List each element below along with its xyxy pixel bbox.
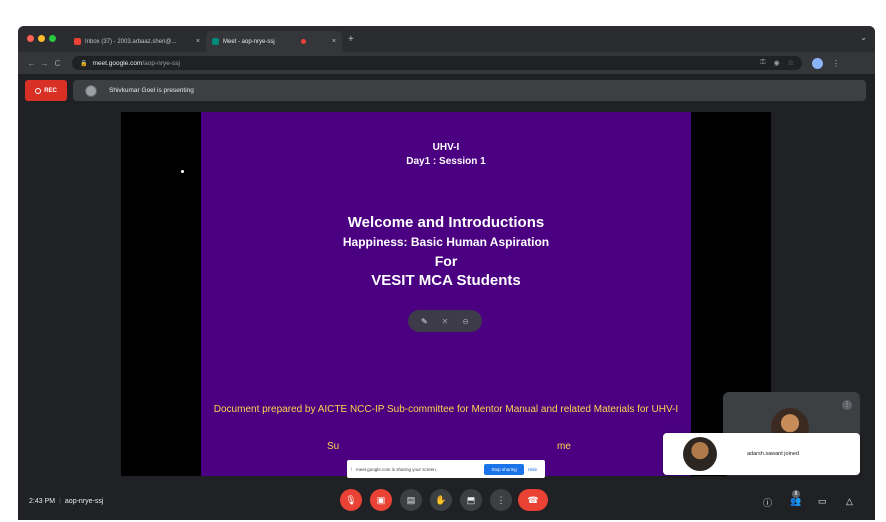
presenting-text: Shivkumar Goel is presenting: [109, 87, 194, 94]
tab-strip: Inbox (37) - 2003.arbaaz.sheri@... × Mee…: [18, 26, 875, 52]
join-notification: adarsh.sawant joined: [663, 433, 860, 475]
leave-call-button[interactable]: ☎: [518, 489, 548, 511]
slide-for: For: [434, 253, 458, 269]
more-vert-icon: ⋮: [496, 494, 506, 505]
people-button[interactable]: 8 👥: [790, 490, 801, 507]
address-bar[interactable]: 🔒 meet.google.com/aop-nrye-ssj ⚿ ◉ ☆: [72, 56, 802, 70]
gmail-icon: [74, 38, 81, 45]
minimize-window-button[interactable]: [38, 35, 45, 42]
tab-search-icon[interactable]: ⌄: [860, 33, 867, 42]
presenting-bar: Shivkumar Goel is presenting: [73, 80, 866, 101]
presentation-stage: UHV-I Day1 : Session 1 Welcome and Intro…: [121, 112, 771, 476]
meeting-details-icon[interactable]: ⓘ: [763, 496, 772, 509]
slide-support-left: Su: [327, 441, 340, 452]
reload-button[interactable]: C: [51, 59, 64, 68]
activities-icon[interactable]: △: [846, 496, 853, 507]
slide-audience: VESIT MCA Students: [371, 272, 521, 289]
browser-window: Inbox (37) - 2003.arbaaz.sheri@... × Mee…: [18, 26, 875, 520]
joiner-avatar: [683, 437, 717, 471]
mouse-cursor: [181, 170, 184, 173]
join-text: adarsh.sawant joined: [747, 451, 799, 457]
slide-welcome: Welcome and Introductions: [347, 214, 545, 231]
tab-gmail[interactable]: Inbox (37) - 2003.arbaaz.sheri@... ×: [68, 31, 206, 52]
browser-menu-icon[interactable]: ⋮: [832, 59, 840, 68]
slide-session: Day1 : Session 1: [406, 156, 486, 167]
slide-theme: Happiness: Basic Human Aspiration: [342, 235, 550, 249]
camera-icon[interactable]: ◉: [774, 59, 780, 67]
recording-indicator-icon: [300, 39, 306, 44]
slide-credit: Document prepared by AICTE NCC-IP Sub-co…: [213, 404, 679, 415]
key-icon[interactable]: ⚿: [760, 59, 765, 67]
browser-toolbar: ← → C 🔒 meet.google.com/aop-nrye-ssj ⚿ ◉…: [18, 52, 875, 74]
hand-icon: ✋: [435, 494, 447, 505]
tab-label: Meet - aop-nrye-ssj: [223, 38, 275, 45]
forward-button[interactable]: →: [38, 59, 51, 68]
present-icon: ⬒: [466, 494, 476, 505]
meeting-separator: |: [59, 498, 61, 505]
profile-avatar[interactable]: [812, 57, 823, 69]
stop-sharing-button[interactable]: Stop sharing: [484, 463, 524, 475]
screen-share-banner: ⦙ meet.google.com is sharing your screen…: [347, 460, 545, 478]
url-path: /aop-nrye-ssj: [142, 59, 180, 67]
tab-meet[interactable]: Meet - aop-nrye-ssj ×: [206, 31, 342, 52]
microphone-off-button[interactable]: 🎙: [340, 489, 362, 511]
slide-course: UHV-I: [432, 142, 460, 153]
meet-bottom-bar: 2:43 PM | aop-nrye-ssj 🎙 ▣ ▤ ✋ ⬒ ⋮ ☎ ⓘ 8 👥…: [18, 484, 875, 520]
chat-icon[interactable]: ▭: [818, 496, 827, 507]
hang-up-icon: ☎: [527, 494, 539, 505]
slide-support-right: me: [557, 441, 571, 452]
camera-off-button[interactable]: ▣: [370, 489, 392, 511]
remove-icon[interactable]: ⊖: [462, 317, 469, 326]
lock-icon: 🔒: [80, 60, 88, 67]
present-now-button[interactable]: ⬒: [460, 489, 482, 511]
participant-count-badge: 8: [792, 490, 800, 498]
meeting-time: 2:43 PM: [29, 498, 56, 505]
close-tab-icon[interactable]: ×: [196, 38, 200, 45]
more-options-icon[interactable]: ⋮: [842, 400, 852, 410]
presenter-avatar: [85, 84, 97, 97]
tab-label: Inbox (37) - 2003.arbaaz.sheri@...: [85, 38, 177, 45]
maximize-window-button[interactable]: [49, 35, 56, 42]
recording-badge: REC: [25, 80, 67, 101]
meeting-code: aop-nrye-ssj: [64, 498, 104, 505]
recording-label: REC: [44, 87, 57, 94]
bookmark-star-icon[interactable]: ☆: [788, 59, 794, 67]
new-tab-button[interactable]: +: [348, 34, 354, 45]
pin-icon[interactable]: ✎: [421, 317, 428, 326]
close-tab-icon[interactable]: ×: [332, 38, 336, 45]
share-icon: ⦙: [351, 466, 353, 472]
record-icon: [35, 87, 42, 94]
meet-icon: [212, 38, 219, 45]
mute-icon[interactable]: ✕: [442, 317, 449, 326]
camera-off-icon: ▣: [376, 494, 386, 505]
close-window-button[interactable]: [27, 35, 34, 42]
hide-banner-button[interactable]: Hide: [528, 467, 537, 472]
share-banner-text: meet.google.com is sharing your screen.: [356, 466, 438, 472]
raise-hand-button[interactable]: ✋: [430, 489, 452, 511]
back-button[interactable]: ←: [25, 59, 38, 68]
captions-button[interactable]: ▤: [400, 489, 422, 511]
more-options-button[interactable]: ⋮: [490, 489, 512, 511]
captions-icon: ▤: [406, 494, 416, 505]
meeting-info: 2:43 PM | aop-nrye-ssj: [29, 498, 103, 505]
tile-hover-controls: ✎ ✕ ⊖: [408, 310, 482, 332]
url-domain: meet.google.com: [92, 59, 143, 67]
shared-slide: UHV-I Day1 : Session 1 Welcome and Intro…: [201, 112, 691, 476]
mic-off-icon: 🎙: [345, 494, 357, 505]
